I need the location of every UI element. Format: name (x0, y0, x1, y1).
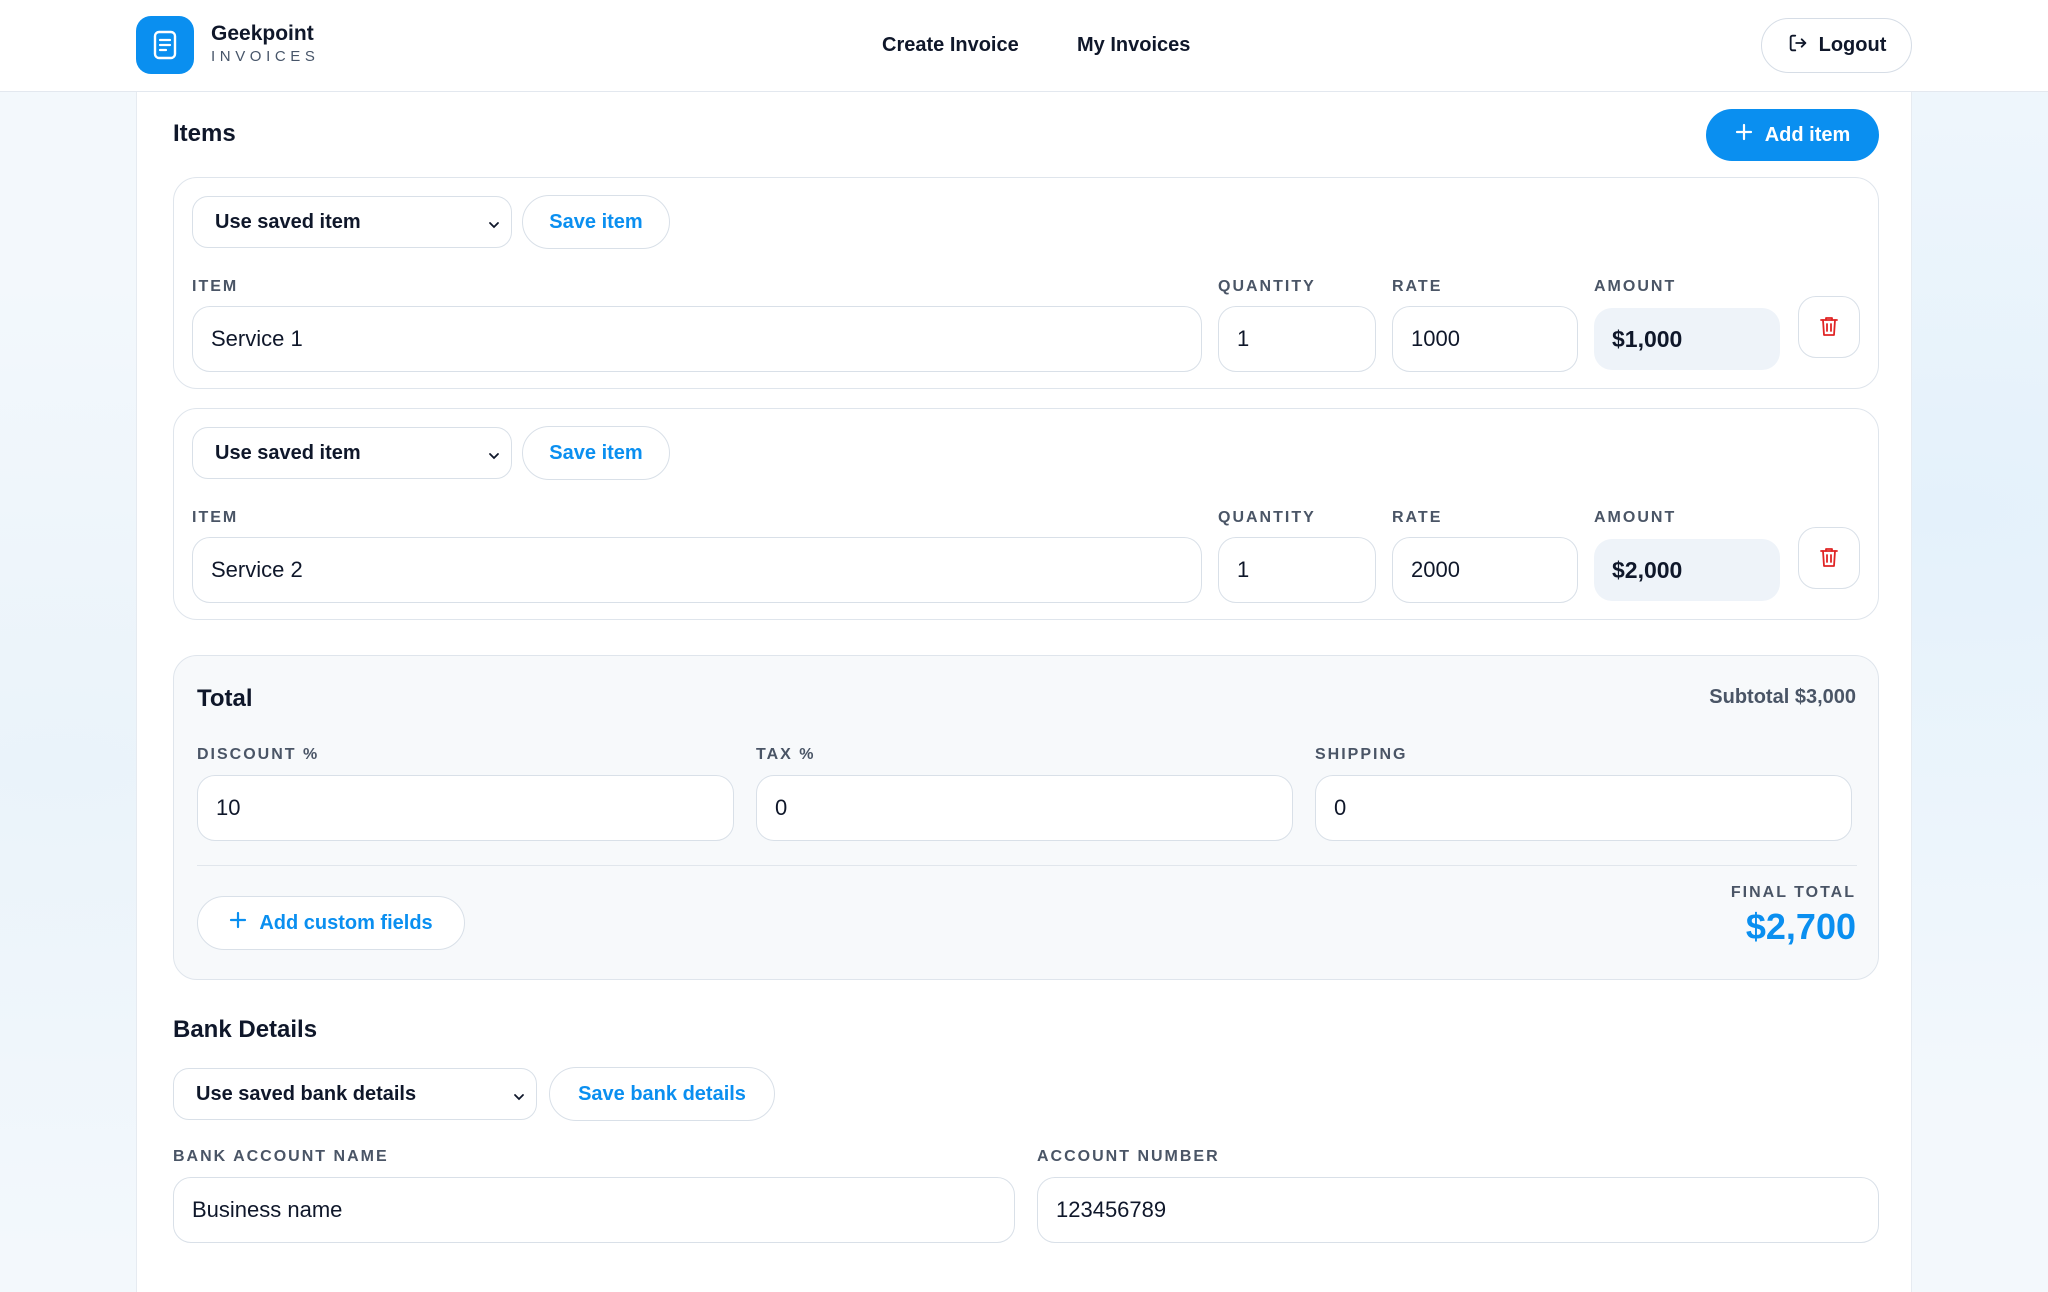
totals-card: Total Subtotal $3,000 DISCOUNT % TAX % S… (173, 655, 1879, 980)
save-item-button[interactable]: Save item (522, 426, 670, 480)
item-row: Use saved item Save item ITEM QUANTITY R… (173, 408, 1879, 620)
brand-name: Geekpoint (211, 22, 314, 45)
add-custom-fields-label: Add custom fields (259, 911, 433, 934)
delete-item-button[interactable] (1798, 527, 1860, 589)
trash-icon (1819, 315, 1839, 340)
plus-icon (1735, 123, 1753, 147)
account-number-input[interactable] (1037, 1177, 1879, 1243)
final-total-label: FINAL TOTAL (1730, 884, 1856, 901)
discount-input[interactable] (197, 775, 734, 841)
divider (197, 865, 1857, 866)
tax-input[interactable] (756, 775, 1293, 841)
amount-label: AMOUNT (1594, 509, 1677, 526)
rate-label: RATE (1392, 509, 1443, 526)
item-label: ITEM (192, 278, 239, 295)
quantity-label: QUANTITY (1218, 509, 1316, 526)
shipping-input[interactable] (1315, 775, 1852, 841)
saved-item-select-value: Use saved item (215, 210, 361, 233)
tax-label: TAX % (756, 746, 816, 763)
saved-bank-select-value: Use saved bank details (196, 1082, 417, 1105)
add-custom-fields-button[interactable]: Add custom fields (197, 896, 465, 950)
quantity-input[interactable] (1218, 306, 1376, 372)
save-item-button[interactable]: Save item (522, 195, 670, 249)
item-name-input[interactable] (192, 537, 1202, 603)
bank-details-title: Bank Details (173, 1016, 318, 1043)
delete-item-button[interactable] (1798, 296, 1860, 358)
subtotal-value: Subtotal $3,000 (1709, 686, 1856, 708)
item-label: ITEM (192, 509, 239, 526)
rate-input[interactable] (1392, 537, 1578, 603)
amount-value: $1,000 (1594, 308, 1780, 370)
trash-icon (1819, 546, 1839, 571)
quantity-input[interactable] (1218, 537, 1376, 603)
account-number-label: ACCOUNT NUMBER (1037, 1148, 1220, 1165)
plus-icon (229, 911, 247, 935)
amount-label: AMOUNT (1594, 278, 1677, 295)
brand-subtitle: INVOICES (211, 48, 320, 65)
discount-label: DISCOUNT % (197, 746, 320, 763)
items-section-title: Items (173, 120, 236, 147)
add-item-button[interactable]: Add item (1706, 109, 1879, 161)
logout-button[interactable]: Logout (1761, 18, 1912, 73)
saved-item-select[interactable]: Use saved item (192, 196, 512, 248)
quantity-label: QUANTITY (1218, 278, 1316, 295)
saved-item-select-value: Use saved item (215, 441, 361, 464)
rate-label: RATE (1392, 278, 1443, 295)
logout-icon (1787, 32, 1809, 60)
chevron-down-icon (487, 215, 501, 238)
amount-value: $2,000 (1594, 539, 1780, 601)
brand-text: Geekpoint INVOICES (211, 22, 319, 68)
chevron-down-icon (512, 1087, 526, 1110)
nav-my-invoices[interactable]: My Invoices (1077, 32, 1190, 58)
chevron-down-icon (487, 446, 501, 469)
top-navigation-bar: Geekpoint INVOICES Create Invoice My Inv… (0, 0, 2048, 92)
add-item-label: Add item (1764, 123, 1851, 146)
brand[interactable]: Geekpoint INVOICES (136, 16, 319, 74)
bank-account-name-input[interactable] (173, 1177, 1015, 1243)
saved-item-select[interactable]: Use saved item (192, 427, 512, 479)
bank-account-name-label: BANK ACCOUNT NAME (173, 1148, 389, 1165)
nav-create-invoice[interactable]: Create Invoice (882, 32, 1019, 58)
rate-input[interactable] (1392, 306, 1578, 372)
item-name-input[interactable] (192, 306, 1202, 372)
save-bank-details-button[interactable]: Save bank details (549, 1067, 775, 1121)
shipping-label: SHIPPING (1315, 746, 1408, 763)
saved-bank-details-select[interactable]: Use saved bank details (173, 1068, 537, 1120)
total-title: Total (197, 685, 253, 712)
logout-label: Logout (1818, 34, 1887, 56)
invoice-logo-icon (136, 16, 194, 74)
item-row: Use saved item Save item ITEM QUANTITY R… (173, 177, 1879, 389)
final-total-value: $2,700 (1745, 906, 1856, 947)
invoice-form-card: Items Add item Use saved item Save item … (136, 92, 1912, 1292)
